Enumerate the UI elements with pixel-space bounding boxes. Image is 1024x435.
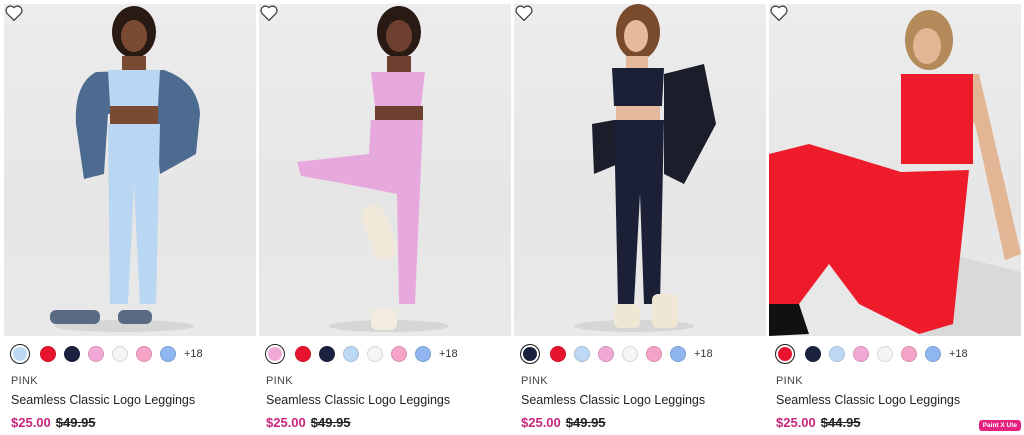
product-image[interactable] (259, 4, 511, 336)
product-grid: +18 PINK Seamless Classic Logo Leggings … (4, 4, 1022, 435)
product-price: $25.00 $49.95 (521, 415, 606, 430)
swatch-color[interactable] (367, 346, 383, 362)
swatch-color[interactable] (829, 346, 845, 362)
product-price: $25.00 $49.95 (266, 415, 351, 430)
swatch-color[interactable] (112, 346, 128, 362)
swatch-color[interactable] (265, 344, 285, 364)
swatch-color[interactable] (670, 346, 686, 362)
product-card[interactable]: +18 PINK Seamless Classic Logo Leggings … (259, 4, 511, 435)
swatch-color[interactable] (622, 346, 638, 362)
heart-outline-icon[interactable] (4, 4, 24, 22)
swatch-color[interactable] (574, 346, 590, 362)
swatch-color[interactable] (598, 346, 614, 362)
product-brand: PINK (521, 375, 548, 387)
swatch-color[interactable] (319, 346, 335, 362)
product-image[interactable] (514, 4, 766, 336)
product-brand: PINK (266, 375, 293, 387)
product-name[interactable]: Seamless Classic Logo Leggings (521, 393, 705, 407)
sale-price: $25.00 (11, 415, 51, 430)
swatch-color[interactable] (88, 346, 104, 362)
corner-badge: Paint X Ute (978, 420, 1021, 431)
color-swatches: +18 (10, 344, 256, 366)
swatch-color[interactable] (877, 346, 893, 362)
swatch-color[interactable] (295, 346, 311, 362)
swatch-color[interactable] (10, 344, 30, 364)
swatch-color[interactable] (391, 346, 407, 362)
product-brand: PINK (11, 375, 38, 387)
swatch-color[interactable] (40, 346, 56, 362)
original-price: $44.95 (820, 415, 861, 430)
product-image[interactable] (769, 4, 1021, 336)
swatch-color[interactable] (415, 346, 431, 362)
more-colors-count[interactable]: +18 (184, 348, 203, 360)
product-name[interactable]: Seamless Classic Logo Leggings (776, 393, 960, 407)
product-price: $25.00 $44.95 (776, 415, 861, 430)
swatch-color[interactable] (805, 346, 821, 362)
product-card[interactable]: +18 PINK Seamless Classic Logo Leggings … (514, 4, 766, 435)
product-brand: PINK (776, 375, 803, 387)
swatch-color[interactable] (136, 346, 152, 362)
sale-price: $25.00 (776, 415, 816, 430)
product-name[interactable]: Seamless Classic Logo Leggings (266, 393, 450, 407)
product-name[interactable]: Seamless Classic Logo Leggings (11, 393, 195, 407)
swatch-color[interactable] (550, 346, 566, 362)
color-swatches: +18 (775, 344, 1021, 366)
heart-outline-icon[interactable] (514, 4, 534, 22)
more-colors-count[interactable]: +18 (694, 348, 713, 360)
color-swatches: +18 (265, 344, 511, 366)
product-card[interactable]: +18 PINK Seamless Classic Logo Leggings … (769, 4, 1021, 435)
swatch-color[interactable] (646, 346, 662, 362)
swatch-color[interactable] (64, 346, 80, 362)
more-colors-count[interactable]: +18 (949, 348, 968, 360)
original-price: $49.95 (55, 415, 96, 430)
swatch-color[interactable] (853, 346, 869, 362)
swatch-color[interactable] (520, 344, 540, 364)
swatch-color[interactable] (775, 344, 795, 364)
swatch-color[interactable] (160, 346, 176, 362)
product-card[interactable]: +18 PINK Seamless Classic Logo Leggings … (4, 4, 256, 435)
original-price: $49.95 (310, 415, 351, 430)
color-swatches: +18 (520, 344, 766, 366)
swatch-color[interactable] (343, 346, 359, 362)
product-image[interactable] (4, 4, 256, 336)
swatch-color[interactable] (925, 346, 941, 362)
sale-price: $25.00 (521, 415, 561, 430)
heart-outline-icon[interactable] (259, 4, 279, 22)
sale-price: $25.00 (266, 415, 306, 430)
product-price: $25.00 $49.95 (11, 415, 96, 430)
original-price: $49.95 (565, 415, 606, 430)
heart-outline-icon[interactable] (769, 4, 789, 22)
swatch-color[interactable] (901, 346, 917, 362)
more-colors-count[interactable]: +18 (439, 348, 458, 360)
